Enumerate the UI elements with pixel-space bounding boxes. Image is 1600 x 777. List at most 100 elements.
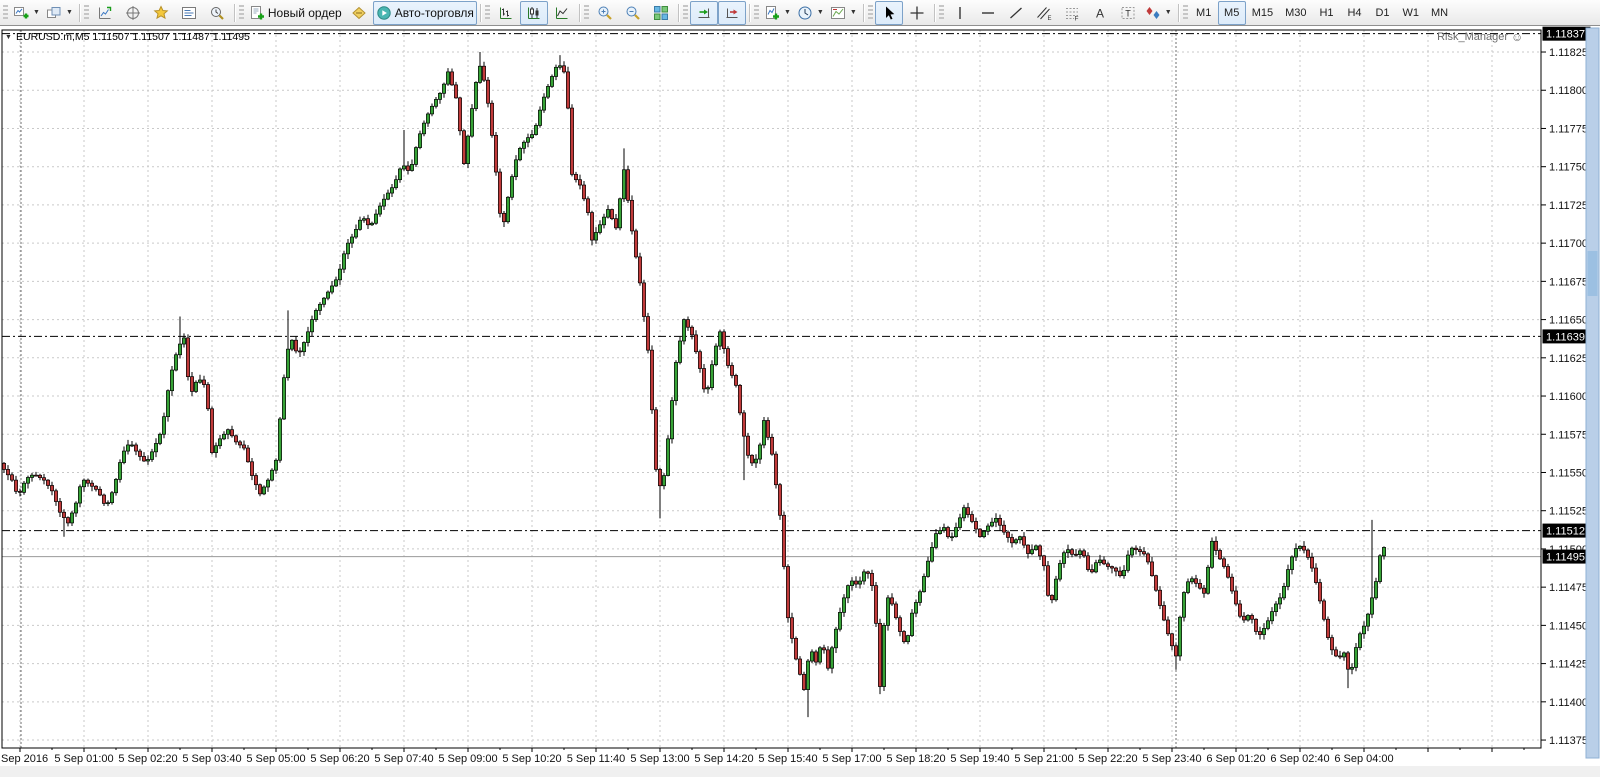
price-tick-label: 1.11525 [1549,506,1588,518]
text-label-button[interactable]: T [1114,1,1142,25]
clock-icon [798,6,812,19]
toolbar-grip[interactable] [682,4,688,21]
scrollbar-thumb[interactable] [1587,251,1598,296]
new-order-icon [250,5,264,19]
trendline-button[interactable] [1002,1,1030,25]
toolbar-grip[interactable] [753,4,759,21]
strategy-tester-button[interactable] [203,1,231,25]
new-chart-button[interactable]: ▼ [10,1,43,25]
period-m30-button[interactable]: M30 [1279,1,1312,25]
time-tick-label: 5 Sep 17:00 [822,753,881,765]
equidistant-channel-button[interactable]: E [1030,1,1058,25]
main-toolbar: ▼ ▼ Новый ордер Авто-торговля ▼ ▼ ▼ E F A T ▼ M1 M5 M1… [0,0,1600,26]
chart-canvas[interactable]: 1.11825 1.11800 1.11775 1.11750 1.11725 1.117… [0,26,1600,772]
zoom-out-icon [626,6,640,20]
bars-icon [499,7,512,19]
period-m1-button[interactable]: M1 [1190,1,1218,25]
vertical-scrollbar[interactable] [1585,27,1600,759]
metaeditor-button[interactable] [345,1,373,25]
chevron-down-icon[interactable]: ▼ [33,9,40,16]
period-m15-button[interactable]: M15 [1246,1,1279,25]
templates-button[interactable]: ▼ [827,1,860,25]
time-tick-label: 5 Sep 10:20 [502,753,561,765]
one-click-trading-toggle[interactable]: ▼ [5,34,12,41]
period-m30-label: M30 [1285,6,1307,19]
fibonacci-button[interactable]: F [1058,1,1086,25]
horizontal-line-button[interactable] [974,1,1002,25]
vertical-line-button[interactable] [946,1,974,25]
price-tick-label: 1.11450 [1549,620,1588,632]
text-t-icon: T [1121,6,1135,19]
arrows-button[interactable]: ▼ [1142,1,1175,25]
chevron-down-icon[interactable]: ▼ [1165,9,1172,16]
periods-button[interactable]: ▼ [794,1,827,25]
chevron-down-icon[interactable]: ▼ [784,9,791,16]
toolbar-grip[interactable] [938,4,944,21]
svg-text:A: A [1096,6,1104,20]
chart-window: 1.11825 1.11800 1.11775 1.11750 1.11725 1.117… [0,26,1600,772]
candles-icon [527,6,540,19]
crosshair-button[interactable] [903,1,931,25]
navigator-button[interactable] [147,1,175,25]
boxed-price-label: 1.11639 [1546,331,1585,343]
chevron-down-icon[interactable]: ▼ [66,9,73,16]
auto-scroll-button[interactable] [689,0,718,25]
chevron-down-icon[interactable]: ▼ [850,9,857,16]
period-h4-label: H4 [1347,6,1362,19]
price-tick-label: 1.11675 [1549,276,1588,288]
chart-shift-button[interactable] [717,0,746,25]
data-window-button[interactable] [119,1,147,25]
terminal-button[interactable] [175,1,203,25]
chart-line-button[interactable] [548,1,576,25]
trendline-icon [1009,7,1022,18]
period-d1-label: D1 [1375,6,1390,19]
market-watch-button[interactable] [91,1,119,25]
symbol-ohlc-header: EURUSD.m,M5 1.11507 1.11507 1.11487 1.11… [16,31,250,43]
arrows-icon [1146,6,1160,19]
chart-bars-button[interactable] [492,1,520,25]
time-tick-label: 2 Sep 2016 [0,753,48,765]
period-m5-button[interactable]: M5 [1217,0,1246,25]
time-tick-label: 5 Sep 05:00 [246,753,305,765]
toolbar-separator [479,3,481,22]
new-order-button[interactable]: Новый ордер [246,1,345,25]
linechart-icon [555,7,568,19]
vline-icon [959,6,961,19]
text-button[interactable]: A [1086,1,1114,25]
toolbar-grip[interactable] [484,4,490,21]
zoom-in-button[interactable] [591,1,619,25]
profiles-button[interactable]: ▼ [43,1,76,25]
toolbar-grip[interactable] [1182,4,1188,21]
period-d1-button[interactable]: D1 [1369,1,1397,25]
tile-windows-button[interactable] [647,1,675,25]
toolbar-grip[interactable] [583,4,589,21]
price-tick-label: 1.11475 [1549,582,1588,594]
period-h1-button[interactable]: H1 [1313,1,1341,25]
period-mn-button[interactable]: MN [1425,1,1454,25]
price-tick-label: 1.11625 [1549,353,1588,365]
data-window-icon [125,5,140,20]
chart-candles-button[interactable] [519,0,548,25]
new-chart-icon [14,6,29,18]
chevron-down-icon[interactable]: ▼ [817,9,824,16]
smiley-icon: ☺ [1511,30,1523,44]
cursor-button[interactable] [874,0,903,25]
time-tick-label: 5 Sep 18:20 [886,753,945,765]
toolbar-grip[interactable] [3,4,8,21]
period-w1-button[interactable]: W1 [1397,1,1426,25]
indicators-icon [765,5,779,19]
toolbar-grip[interactable] [83,4,89,21]
price-tick-label: 1.11550 [1549,467,1588,479]
auto-trading-button[interactable]: Авто-торговля [372,0,477,25]
toolbar-grip[interactable] [238,4,244,21]
indicators-list-button[interactable]: ▼ [761,1,794,25]
price-tick-label: 1.11575 [1549,429,1588,441]
toolbar-separator [933,3,935,22]
period-h4-button[interactable]: H4 [1341,1,1369,25]
toolbar-separator [748,3,750,22]
zoom-out-button[interactable] [619,1,647,25]
toolbar-grip[interactable] [867,4,873,21]
svg-text:E: E [1047,16,1051,21]
navigator-icon [153,4,169,19]
time-tick-label: 5 Sep 01:00 [54,753,113,765]
